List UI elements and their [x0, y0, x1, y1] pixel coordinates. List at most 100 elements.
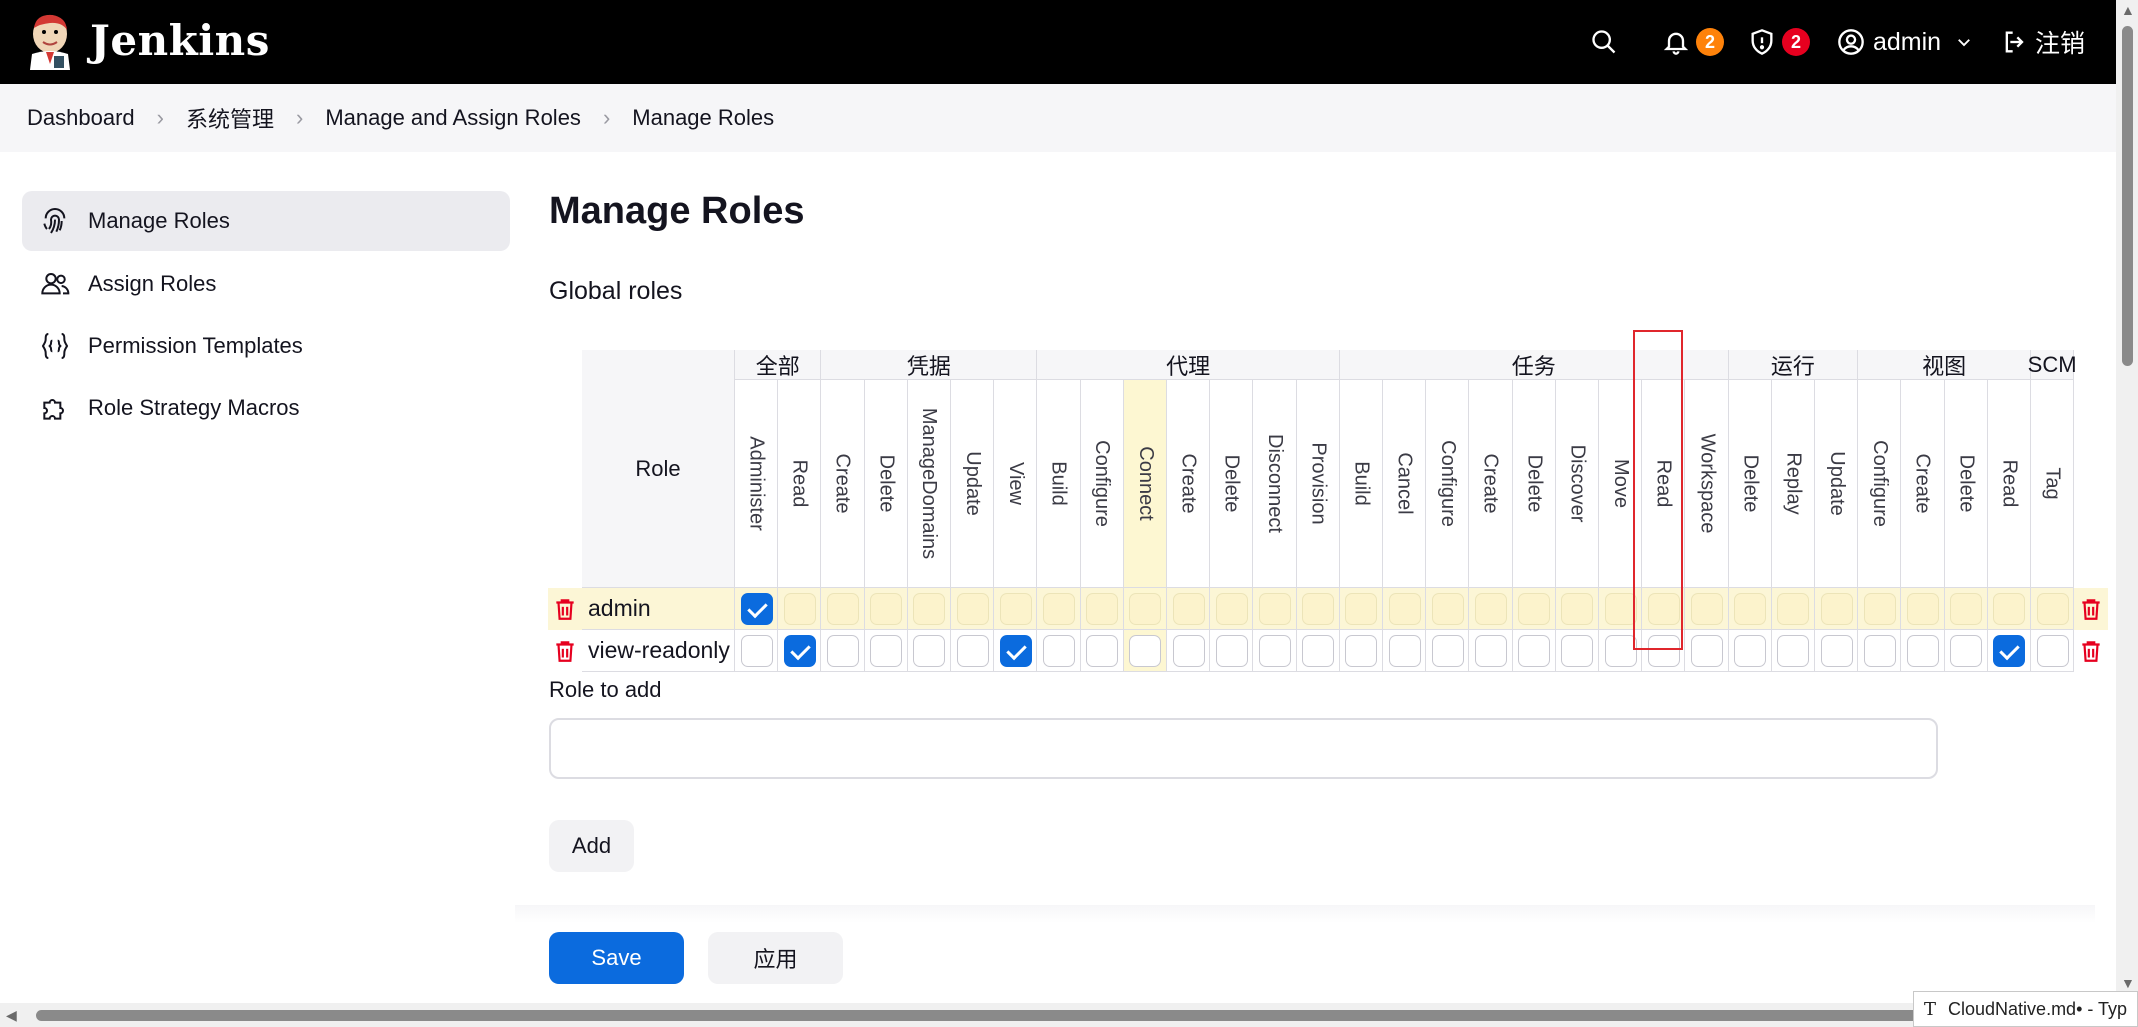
permission-label: Build	[1350, 461, 1373, 506]
permission-checkbox[interactable]	[1345, 635, 1378, 667]
permission-checkbox[interactable]	[870, 635, 903, 667]
delete-role-trash-icon[interactable]	[552, 595, 578, 623]
permission-checkbox[interactable]	[1993, 593, 2026, 625]
permission-checkbox[interactable]	[1215, 635, 1248, 667]
permission-checkbox[interactable]	[1950, 593, 1983, 625]
permission-checkbox[interactable]	[1777, 593, 1810, 625]
permission-label: Update	[1825, 451, 1848, 516]
permission-checkbox[interactable]	[1777, 635, 1810, 667]
permission-checkbox[interactable]	[1950, 635, 1983, 667]
add-role-button[interactable]: Add	[549, 820, 634, 872]
logout-button[interactable]: 注销	[2001, 0, 2085, 84]
permission-checkbox[interactable]	[2036, 635, 2069, 667]
permission-checkbox[interactable]	[1172, 593, 1205, 625]
sidebar-item-role-strategy-macros[interactable]: Role Strategy Macros	[22, 378, 510, 438]
braces-icon	[38, 329, 72, 363]
permission-checkbox[interactable]	[1561, 593, 1594, 625]
permission-checkbox[interactable]	[783, 635, 816, 667]
permission-checkbox[interactable]	[740, 635, 773, 667]
permission-checkbox[interactable]	[1215, 593, 1248, 625]
permission-checkbox[interactable]	[1518, 593, 1551, 625]
permission-checkbox[interactable]	[783, 593, 816, 625]
permission-checkbox[interactable]	[1907, 593, 1939, 625]
permission-checkbox[interactable]	[1086, 635, 1119, 667]
permission-column-header: Configure	[1426, 380, 1470, 588]
security-button[interactable]: 2	[1748, 0, 1810, 84]
permission-column-header: Create	[1901, 380, 1945, 588]
notifications-button[interactable]: 2	[1662, 0, 1724, 84]
permission-checkbox[interactable]	[1475, 635, 1507, 667]
permission-checkbox[interactable]	[1129, 593, 1162, 625]
delete-role-trash-icon[interactable]	[2078, 637, 2104, 665]
permission-checkbox[interactable]	[1431, 635, 1464, 667]
permission-checkbox[interactable]	[2036, 593, 2069, 625]
scroll-up-arrow-icon[interactable]: ▲	[2121, 2, 2135, 18]
user-menu[interactable]: admin	[1837, 0, 1973, 84]
save-button[interactable]: Save	[549, 932, 684, 984]
jenkins-logo-icon[interactable]	[26, 12, 74, 72]
brand-name[interactable]: Jenkins	[90, 16, 270, 65]
permission-checkbox[interactable]	[913, 593, 946, 625]
permission-checkbox[interactable]	[1863, 635, 1896, 667]
permission-checkbox[interactable]	[956, 593, 989, 625]
permission-checkbox[interactable]	[956, 635, 989, 667]
permission-column-header: Update	[951, 380, 995, 588]
permission-checkbox[interactable]	[1345, 593, 1378, 625]
permission-checkbox[interactable]	[1043, 635, 1075, 667]
role-to-add-input[interactable]	[549, 718, 1938, 779]
breadcrumb-dashboard[interactable]: Dashboard	[27, 105, 135, 131]
permission-checkbox[interactable]	[1129, 635, 1162, 667]
breadcrumb-manage-roles[interactable]: Manage Roles	[632, 105, 774, 131]
permission-checkbox[interactable]	[1302, 593, 1335, 625]
permission-checkbox[interactable]	[1820, 635, 1853, 667]
permission-checkbox[interactable]	[1086, 593, 1119, 625]
permission-checkbox[interactable]	[999, 593, 1032, 625]
permission-checkbox[interactable]	[913, 635, 946, 667]
scroll-left-arrow-icon[interactable]: ◀	[6, 1007, 17, 1024]
permission-checkbox[interactable]	[1475, 593, 1507, 625]
permission-checkbox[interactable]	[740, 593, 773, 625]
search-button[interactable]	[1590, 0, 1618, 84]
sidebar-item-permission-templates[interactable]: Permission Templates	[22, 316, 510, 376]
sidebar-item-label: Role Strategy Macros	[88, 395, 300, 420]
permission-checkbox[interactable]	[1431, 593, 1464, 625]
permission-checkbox[interactable]	[1518, 635, 1551, 667]
permission-checkbox[interactable]	[1820, 593, 1853, 625]
delete-role-trash-icon[interactable]	[552, 637, 578, 665]
vertical-scrollbar[interactable]: ▲ ▼	[2116, 0, 2138, 1027]
permission-checkbox[interactable]	[1561, 635, 1594, 667]
permission-checkbox[interactable]	[999, 635, 1032, 667]
permission-checkbox[interactable]	[1993, 635, 2026, 667]
sidebar-item-assign-roles[interactable]: Assign Roles	[22, 254, 510, 314]
permission-checkbox[interactable]	[1734, 635, 1767, 667]
permission-checkbox[interactable]	[1691, 593, 1723, 625]
logout-label: 注销	[2035, 30, 2086, 58]
permission-checkbox[interactable]	[1259, 593, 1291, 625]
permission-checkbox[interactable]	[1388, 593, 1421, 625]
permission-checkbox[interactable]	[1604, 635, 1637, 667]
permission-checkbox[interactable]	[870, 593, 903, 625]
permission-checkbox[interactable]	[1302, 635, 1335, 667]
horizontal-scrollbar[interactable]: ◀	[0, 1003, 2116, 1027]
permission-checkbox[interactable]	[1863, 593, 1896, 625]
delete-role-trash-icon[interactable]	[2078, 595, 2104, 623]
permission-checkbox[interactable]	[1907, 635, 1939, 667]
vertical-scroll-thumb[interactable]	[2122, 26, 2133, 366]
permission-checkbox[interactable]	[1043, 593, 1075, 625]
apply-button[interactable]: 应用	[708, 932, 843, 984]
scroll-down-arrow-icon[interactable]: ▼	[2121, 975, 2135, 991]
sidebar-item-manage-roles[interactable]: Manage Roles	[22, 191, 510, 251]
permission-checkbox[interactable]	[1172, 635, 1205, 667]
horizontal-scroll-thumb[interactable]	[36, 1010, 1926, 1021]
permission-checkbox[interactable]	[827, 593, 859, 625]
permission-checkbox[interactable]	[1691, 635, 1723, 667]
permission-label: Disconnect	[1263, 434, 1286, 533]
breadcrumb-system-manage[interactable]: 系统管理	[186, 102, 274, 134]
permission-label: Configure	[1091, 440, 1114, 527]
breadcrumb-manage-assign-roles[interactable]: Manage and Assign Roles	[325, 105, 581, 131]
permission-checkbox[interactable]	[1734, 593, 1767, 625]
permission-checkbox[interactable]	[1388, 635, 1421, 667]
permission-checkbox[interactable]	[1259, 635, 1291, 667]
permission-checkbox[interactable]	[827, 635, 859, 667]
permission-checkbox[interactable]	[1604, 593, 1637, 625]
